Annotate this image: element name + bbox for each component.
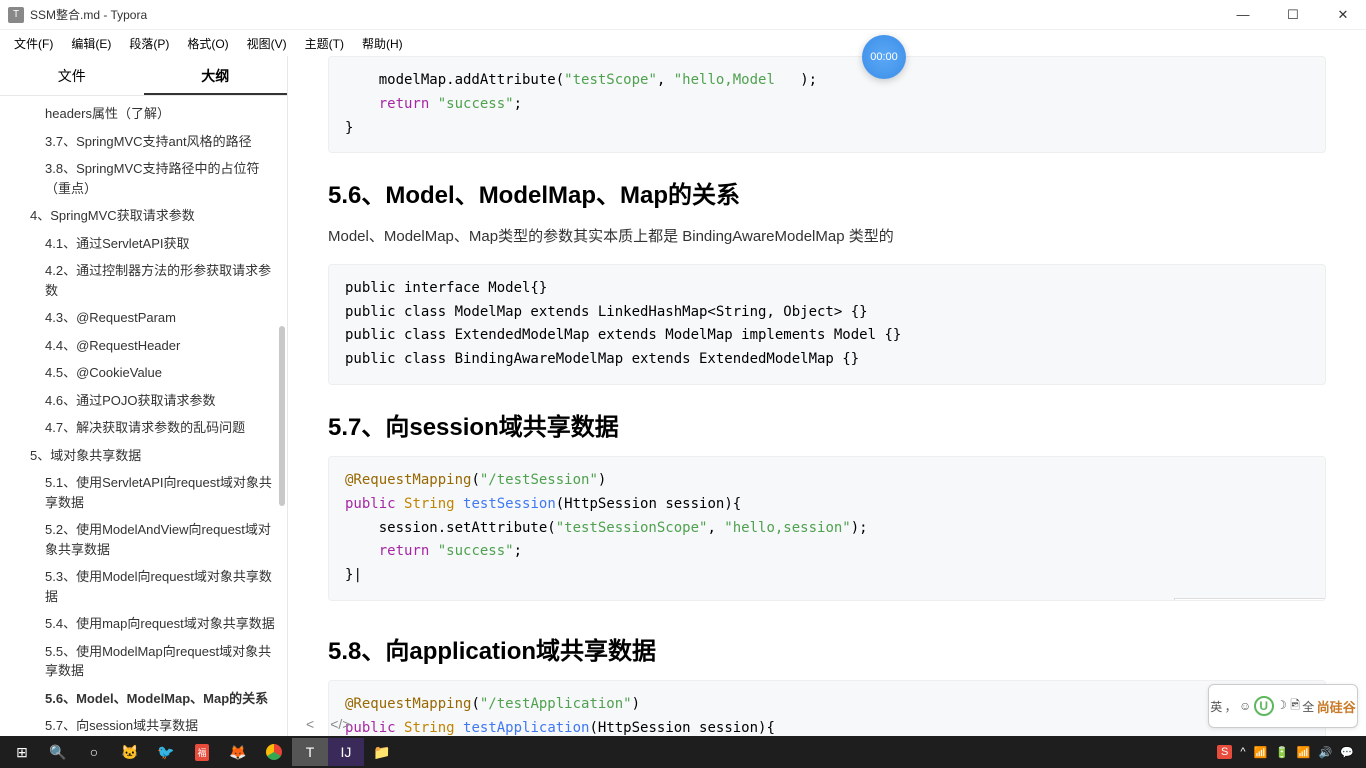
menu-theme[interactable]: 主题(T) bbox=[299, 33, 350, 54]
maximize-button[interactable]: ☐ bbox=[1278, 7, 1308, 23]
typora-icon[interactable]: T bbox=[292, 738, 328, 766]
outline-item[interactable]: 4.4、@RequestHeader bbox=[0, 332, 287, 360]
idea-icon[interactable]: IJ bbox=[328, 738, 364, 766]
menu-edit[interactable]: 编辑(E) bbox=[65, 33, 117, 54]
tab-outline[interactable]: 大纲 bbox=[144, 56, 288, 95]
ime-punct[interactable]: ， bbox=[1225, 698, 1237, 715]
outline-list[interactable]: headers属性（了解）3.7、SpringMVC支持ant风格的路径3.8、… bbox=[0, 96, 287, 736]
menu-view[interactable]: 视图(V) bbox=[241, 33, 293, 54]
taskbar-app-1[interactable]: 🐱 bbox=[112, 738, 148, 766]
code-block-5-8[interactable]: @RequestMapping("/testApplication") publ… bbox=[328, 680, 1326, 736]
code-block-5-7[interactable]: @RequestMapping("/testSession") public S… bbox=[328, 456, 1326, 601]
tray-bt-icon[interactable]: 📶 bbox=[1253, 746, 1267, 759]
bottom-toolbar: < </> bbox=[298, 712, 358, 736]
outline-item[interactable]: 3.8、SpringMVC支持路径中的占位符（重点） bbox=[0, 155, 287, 202]
tab-files[interactable]: 文件 bbox=[0, 56, 144, 95]
outline-item[interactable]: 5.1、使用ServletAPI向request域对象共享数据 bbox=[0, 469, 287, 516]
editor-content[interactable]: modelMap.addAttribute("testScope", "hell… bbox=[288, 56, 1366, 736]
tray-wifi-icon[interactable]: 📶 bbox=[1297, 746, 1311, 759]
outline-item[interactable]: 3.7、SpringMVC支持ant风格的路径 bbox=[0, 128, 287, 156]
firefox-icon[interactable]: 🦊 bbox=[220, 738, 256, 766]
tray-ime-icon[interactable]: S bbox=[1217, 745, 1232, 759]
ime-mode[interactable]: 英 bbox=[1210, 698, 1222, 715]
tray-notif-icon[interactable]: 💬 bbox=[1340, 746, 1354, 759]
menu-bar: 文件(F) 编辑(E) 段落(P) 格式(O) 视图(V) 主题(T) 帮助(H… bbox=[0, 30, 1366, 56]
code-block-modelmap[interactable]: modelMap.addAttribute("testScope", "hell… bbox=[328, 56, 1326, 153]
heading-5-7: 5.7、向session域共享数据 bbox=[328, 407, 1326, 442]
outline-item[interactable]: 5.6、Model、ModelMap、Map的关系 bbox=[0, 685, 287, 713]
tray-up-icon[interactable]: ^ bbox=[1240, 746, 1245, 758]
sidebar: 文件 大纲 headers属性（了解）3.7、SpringMVC支持ant风格的… bbox=[0, 56, 288, 736]
ime-full[interactable]: 全 bbox=[1302, 698, 1314, 715]
heading-5-6: 5.6、Model、ModelMap、Map的关系 bbox=[328, 175, 1326, 210]
outline-item[interactable]: 4.1、通过ServletAPI获取 bbox=[0, 230, 287, 258]
outline-item[interactable]: 5.7、向session域共享数据 bbox=[0, 712, 287, 736]
app-icon: T bbox=[8, 7, 24, 23]
code-lang-label[interactable]: java bbox=[1174, 598, 1325, 601]
outline-item[interactable]: 5、域对象共享数据 bbox=[0, 442, 287, 470]
ime-emoji[interactable]: ☺ bbox=[1239, 699, 1251, 713]
outline-item[interactable]: 4.6、通过POJO获取请求参数 bbox=[0, 387, 287, 415]
code-block-5-6[interactable]: public interface Model{} public class Mo… bbox=[328, 264, 1326, 385]
ime-brand: 尚硅谷 bbox=[1317, 697, 1356, 716]
minimize-button[interactable]: — bbox=[1228, 7, 1258, 23]
paragraph-5-6: Model、ModelMap、Map类型的参数其实本质上都是 BindingAw… bbox=[328, 224, 1326, 250]
search-icon[interactable]: 🔍 bbox=[40, 738, 76, 766]
menu-format[interactable]: 格式(O) bbox=[181, 33, 234, 54]
source-mode-icon[interactable]: </> bbox=[330, 716, 350, 732]
outline-item[interactable]: 4.7、解决获取请求参数的乱码问题 bbox=[0, 414, 287, 442]
window-titlebar: T SSM整合.md - Typora — ☐ ✕ bbox=[0, 0, 1366, 30]
taskbar-app-3[interactable]: 福 bbox=[184, 738, 220, 766]
tray-battery-icon[interactable]: 🔋 bbox=[1275, 746, 1289, 759]
tray-volume-icon[interactable]: 🔊 bbox=[1319, 746, 1333, 759]
system-tray[interactable]: S ^ 📶 🔋 📶 🔊 💬 bbox=[1217, 745, 1362, 759]
ime-float-panel[interactable]: 英 ， ☺ U ☽ 🖻 全 尚硅谷 bbox=[1208, 684, 1358, 728]
outline-item[interactable]: 5.4、使用map向request域对象共享数据 bbox=[0, 610, 287, 638]
outline-item[interactable]: 5.3、使用Model向request域对象共享数据 bbox=[0, 563, 287, 610]
outline-item[interactable]: 5.5、使用ModelMap向request域对象共享数据 bbox=[0, 638, 287, 685]
chrome-icon[interactable] bbox=[256, 738, 292, 766]
outline-item[interactable]: 5.2、使用ModelAndView向request域对象共享数据 bbox=[0, 516, 287, 563]
timer-badge[interactable]: 00:00 bbox=[862, 35, 906, 79]
close-button[interactable]: ✕ bbox=[1328, 7, 1358, 23]
menu-file[interactable]: 文件(F) bbox=[8, 33, 59, 54]
start-button[interactable]: ⊞ bbox=[4, 738, 40, 766]
back-icon[interactable]: < bbox=[306, 716, 314, 732]
heading-5-8: 5.8、向application域共享数据 bbox=[328, 631, 1326, 666]
outline-item[interactable]: 4.2、通过控制器方法的形参获取请求参数 bbox=[0, 257, 287, 304]
ime-logo-icon: U bbox=[1254, 696, 1274, 716]
taskbar-app-2[interactable]: 🐦 bbox=[148, 738, 184, 766]
outline-item[interactable]: 4、SpringMVC获取请求参数 bbox=[0, 202, 287, 230]
menu-paragraph[interactable]: 段落(P) bbox=[123, 33, 175, 54]
sidebar-tabs: 文件 大纲 bbox=[0, 56, 287, 96]
outline-item[interactable]: 4.3、@RequestParam bbox=[0, 304, 287, 332]
outline-item[interactable]: 4.5、@CookieValue bbox=[0, 359, 287, 387]
taskbar: ⊞ 🔍 ○ 🐱 🐦 福 🦊 T IJ 📁 S ^ 📶 🔋 📶 🔊 💬 bbox=[0, 736, 1366, 768]
menu-help[interactable]: 帮助(H) bbox=[356, 33, 409, 54]
window-controls: — ☐ ✕ bbox=[1228, 7, 1358, 23]
outline-scrollbar[interactable] bbox=[279, 326, 285, 506]
explorer-icon[interactable]: 📁 bbox=[364, 738, 400, 766]
cortana-icon[interactable]: ○ bbox=[76, 738, 112, 766]
window-title: SSM整合.md - Typora bbox=[30, 6, 147, 23]
outline-item[interactable]: headers属性（了解） bbox=[0, 100, 287, 128]
